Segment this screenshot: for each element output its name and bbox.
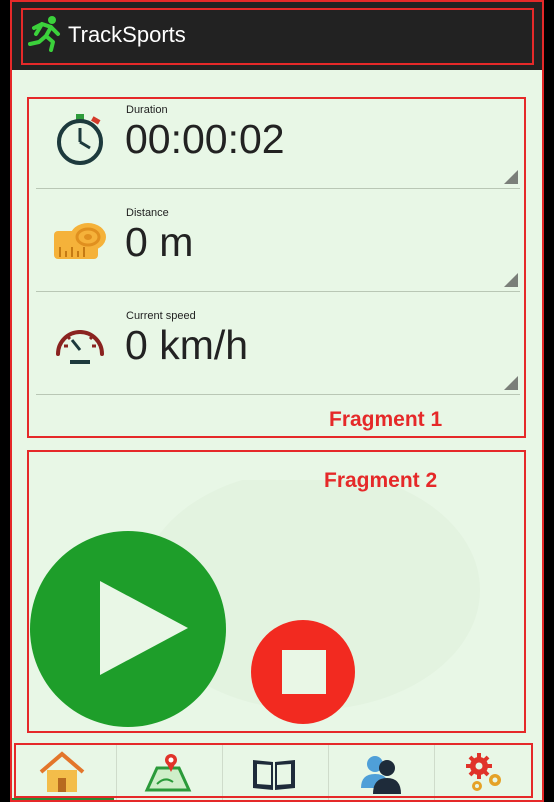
distance-value: 0 m [125, 219, 194, 265]
bottom-nav [10, 744, 544, 802]
home-icon [39, 751, 85, 792]
current-speed-value: 0 km/h [125, 322, 249, 368]
distance-label: Distance [126, 207, 169, 219]
stopwatch-icon [57, 114, 103, 165]
map-route-icon [144, 754, 192, 792]
app-bar: TrackSports [10, 0, 544, 70]
fragment2-label: Fragment 2 [324, 469, 438, 492]
play-icon [100, 581, 188, 675]
duration-label: Duration [126, 104, 168, 116]
nav-active-indicator [10, 798, 114, 802]
expand-corner-icon[interactable] [504, 273, 518, 287]
stop-icon [282, 650, 326, 694]
nav-home[interactable] [10, 744, 117, 802]
metric-distance: Distance 0 m [36, 189, 520, 292]
book-icon [253, 760, 295, 790]
nav-map[interactable] [116, 744, 223, 802]
nav-settings[interactable] [434, 744, 540, 802]
metric-current-speed: Current speed 0 km/h [36, 292, 520, 395]
users-icon [361, 756, 401, 794]
app-screen: TrackSports Duration 00:00:02 Distance 0… [10, 0, 544, 802]
nav-book[interactable] [222, 744, 329, 802]
fragment1-label: Fragment 1 [329, 408, 443, 431]
metric-duration: Duration 00:00:02 [36, 86, 520, 189]
play-button[interactable] [30, 531, 226, 727]
settings-gears-icon [466, 753, 501, 791]
expand-corner-icon[interactable] [504, 376, 518, 390]
stop-button[interactable] [251, 620, 355, 724]
duration-value: 00:00:02 [125, 116, 285, 162]
nav-users[interactable] [328, 744, 435, 802]
measuring-tape-icon [54, 223, 106, 259]
speedometer-icon [56, 330, 104, 364]
current-speed-label: Current speed [126, 310, 196, 322]
app-title: TrackSports [68, 22, 186, 47]
running-man-icon [28, 16, 60, 52]
expand-corner-icon[interactable] [504, 170, 518, 184]
